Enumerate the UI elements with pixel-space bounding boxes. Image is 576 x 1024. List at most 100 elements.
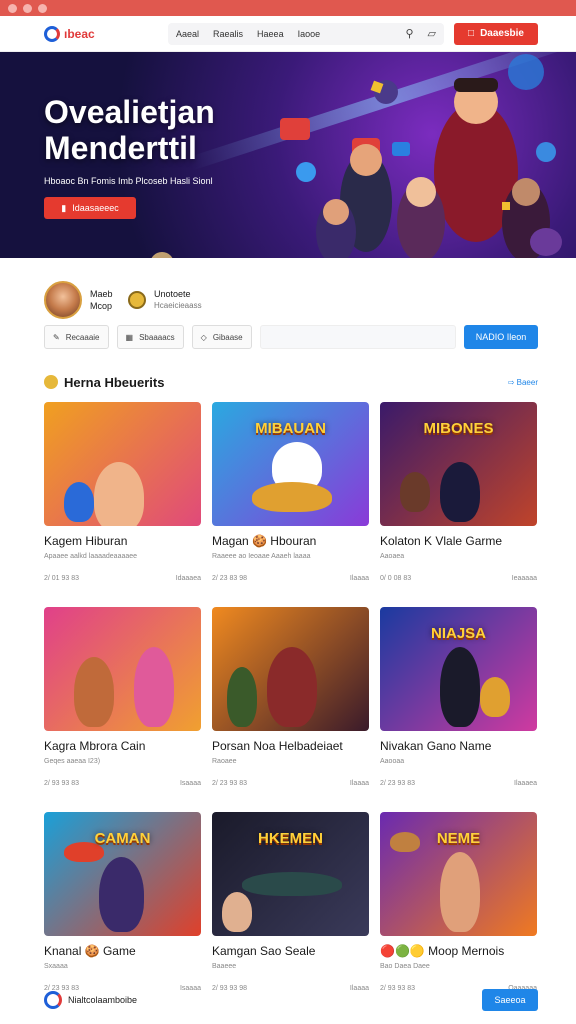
window-titlebar [0, 0, 576, 16]
game-card[interactable]: MIBAUAN Magan 🍪 Hbouran Raaeee ao Ieoaae A… [212, 402, 369, 607]
game-title[interactable]: Porsan Noa Helbadeiaet [212, 739, 369, 753]
game-card[interactable]: HKEMEN Kamgan Sao Seale Baaeee 2/ 93 93 98 I… [212, 812, 369, 1017]
game-meta: 0/ 0 08 83 Ieaaaaa [380, 575, 537, 582]
hero-title-line-2: Menderttil [44, 130, 197, 166]
game-meta: 2/ 23 83 98 Ilaaaa [212, 575, 369, 582]
game-thumbnail[interactable]: MIBONES [380, 402, 537, 526]
game-thumbnail[interactable] [212, 607, 369, 731]
coin-badge-icon [128, 291, 146, 309]
game-card[interactable]: NEME 🔴🟢🟡 Moop Mernois Bao Daea Daee 2/ 93 9… [380, 812, 537, 1017]
window-maximize-dot[interactable] [38, 3, 47, 13]
profile-name-line-2: Mcop [90, 301, 113, 311]
game-date: 2/ 23 83 98 [212, 575, 248, 582]
game-title[interactable]: Knanal 🍪 Game [44, 944, 201, 958]
edit-icon: ✎ [53, 332, 60, 342]
game-card-grid: Kagem Hiburan Apaaee aalkd laaaadeaaaaee 2… [0, 402, 576, 1017]
game-subtitle: Baaeee [212, 963, 237, 970]
game-logo-text: NEME [436, 830, 481, 847]
game-thumbnail[interactable]: MIBAUAN [212, 402, 369, 526]
game-card[interactable]: Kagra Mbrora Cain Geqes aaeaa I23) 2/ 93 9… [44, 607, 201, 812]
game-title[interactable]: Magan 🍪 Hbouran [212, 534, 369, 548]
game-card[interactable]: NIAJSA Nivakan Gano Name Aaooaa 2/ 23 93 83… [380, 607, 537, 812]
avatar[interactable] [44, 281, 82, 319]
game-subtitle: Bao Daea Daee [380, 963, 430, 970]
game-title[interactable]: Kolaton K Vlale Garme [380, 534, 537, 548]
game-tag: Idaaaea [175, 575, 201, 582]
see-all-link[interactable]: ⇨ Baeer [508, 378, 538, 387]
site-logo[interactable]: ıbeac [44, 25, 168, 42]
hero-title: Ovealietjan Menderttil [44, 94, 215, 166]
nav-link-1[interactable]: Aaeal [176, 29, 199, 39]
bag-icon[interactable]: ▱ [428, 27, 436, 40]
filter-chip-genre[interactable]: ◇ Gibaase [191, 325, 252, 349]
game-title[interactable]: Nivakan Gano Name [380, 739, 537, 753]
search-icon[interactable]: ⚲ [405, 27, 413, 40]
game-title[interactable]: Kamgan Sao Seale [212, 944, 369, 958]
top-nav: ıbeac Aaeal Raealis Haeea Iaooe ⚲ ▱ □ Da… [0, 16, 576, 52]
game-date: 2/ 23 93 83 [380, 780, 416, 787]
nav-link-2[interactable]: Raealis [213, 29, 243, 39]
game-tag: Ilaaaa [349, 575, 369, 582]
game-card[interactable]: Porsan Noa Helbadeiaet Raoaee 2/ 23 93 83 I… [212, 607, 369, 812]
game-tag: Ieaaaaa [511, 575, 537, 582]
game-logo-text: MIBAUAN [255, 420, 326, 437]
nav-links-bar: Aaeal Raealis Haeea Iaooe ⚲ ▱ [168, 22, 444, 45]
nav-link-3[interactable]: Haeea [257, 29, 284, 39]
footer-logo-icon [44, 991, 62, 1009]
hero-cta-button[interactable]: ▮ Idaasaeeec [44, 197, 136, 219]
game-card[interactable]: Kagem Hiburan Apaaee aalkd laaaadeaaaaee 2… [44, 402, 201, 607]
hero-banner: Ovealietjan Menderttil Hboaoc Bn Fomis I… [0, 52, 576, 258]
filter-chip-recent[interactable]: ✎ Recaaaie [44, 325, 109, 349]
nav-cta-button[interactable]: □ Daaesbie [454, 22, 538, 45]
game-thumbnail[interactable] [44, 607, 201, 731]
game-meta: 2/ 01 93 83 Idaaaea [44, 575, 201, 582]
game-meta: 2/ 23 93 83 Ilaaaea [380, 780, 537, 787]
game-logo-text: HKEMEN [257, 830, 324, 847]
nav-link-4[interactable]: Iaooe [298, 29, 321, 39]
game-date: 2/ 01 93 83 [44, 575, 80, 582]
game-thumbnail[interactable]: NIAJSA [380, 607, 537, 731]
footer-button[interactable]: Saeeoa [482, 989, 538, 1011]
game-meta: 2/ 93 93 83 Isaaaa [44, 780, 201, 787]
footer-text: Nialtcolaamboibe [68, 995, 138, 1005]
user-icon: □ [468, 28, 475, 39]
window-minimize-dot[interactable] [23, 3, 32, 13]
game-thumbnail[interactable]: HKEMEN [212, 812, 369, 936]
profile-strip: Maeb Mcop Unotoete Hcaeicieaass [0, 258, 576, 324]
game-title[interactable]: Kagem Hiburan [44, 534, 201, 548]
game-date: 2/ 93 93 83 [44, 780, 80, 787]
see-all-label: Baeer [516, 377, 538, 387]
game-card[interactable]: CAMAN Knanal 🍪 Game Sxaaaa 2/ 23 93 83 Isaaa… [44, 812, 201, 1017]
game-thumbnail[interactable] [44, 402, 201, 526]
game-date: 2/ 23 93 83 [212, 780, 248, 787]
section-title: Herna Hbeuerits [64, 374, 165, 390]
profile-name-line-1: Maeb [90, 289, 113, 299]
search-button[interactable]: NADIO Ileon [464, 325, 538, 349]
game-title[interactable]: 🔴🟢🟡 Moop Mernois [380, 944, 537, 958]
profile-subtitle: Hcaeicieaass [154, 301, 202, 310]
nav-cta-label: Daaesbie [480, 28, 524, 39]
logo-text: ıbeac [64, 26, 95, 41]
profile-name: Maeb Mcop [90, 288, 120, 312]
game-thumbnail[interactable]: CAMAN [44, 812, 201, 936]
game-tag: Isaaaa [179, 780, 201, 787]
coin-icon [150, 252, 174, 258]
game-thumbnail[interactable]: NEME [380, 812, 537, 936]
game-logo-text: MIBONES [423, 420, 494, 437]
game-card[interactable]: MIBONES Kolaton K Vlale Garme Aaoaea 0/ 0 0… [380, 402, 537, 607]
filter-chip-label: Sbaaaacs [139, 332, 175, 342]
footer-bar: Nialtcolaamboibe Saeeoa [0, 988, 576, 1012]
game-subtitle: Aaoaea [380, 553, 405, 560]
filter-chip-status[interactable]: ▦ Sbaaaacs [116, 325, 184, 349]
logo-icon [44, 25, 60, 42]
game-date: 0/ 0 08 83 [380, 575, 412, 582]
search-input[interactable] [259, 325, 456, 349]
game-title[interactable]: Kagra Mbrora Cain [44, 739, 201, 753]
game-subtitle: Geqes aaeaa I23) [44, 758, 101, 765]
hero-characters-art [280, 54, 562, 258]
game-meta: 2/ 23 93 83 Ilaaaa [212, 780, 369, 787]
window-close-dot[interactable] [8, 3, 17, 13]
game-tag: Ilaaaa [349, 780, 369, 787]
arrow-right-icon: ⇨ [507, 377, 517, 387]
tag-icon: ◇ [200, 332, 207, 342]
